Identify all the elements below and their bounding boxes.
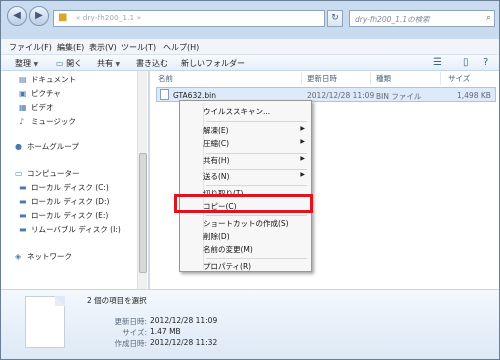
menu-item-properties[interactable]: プロパティ(R) bbox=[203, 261, 251, 274]
file-size: 1,498 KB bbox=[457, 91, 491, 100]
column-divider[interactable] bbox=[301, 72, 302, 85]
selection-count: 2 個の項目を選択 bbox=[87, 296, 147, 305]
page-fold-icon bbox=[55, 296, 65, 306]
menu-item-share[interactable]: 共有(H) ▶ bbox=[203, 155, 309, 168]
context-menu: ウイルススキャン... 解凍(E) ▶ 圧縮(C) ▶ 共有(H) ▶ 送る(N) ▶ … bbox=[179, 100, 312, 272]
menu-item-virus-scan[interactable]: ウイルススキャン... bbox=[203, 106, 270, 119]
back-button[interactable]: ◀ bbox=[7, 6, 27, 26]
nav-item-documents[interactable]: ▤ ドキュメント bbox=[19, 74, 76, 86]
nav-item-homegroup[interactable]: ● ホームグループ bbox=[15, 141, 79, 153]
details-pane: 2 個の項目を選択 更新日時: 2012/12/28 11:09 サイズ: 1.… bbox=[1, 289, 499, 359]
homegroup-icon: ● bbox=[15, 142, 22, 151]
forward-button[interactable]: ▶ bbox=[29, 6, 49, 26]
music-icon: ♪ bbox=[19, 117, 25, 126]
open-button[interactable]: ▭ 開く bbox=[56, 58, 82, 69]
nav-item-disk-d[interactable]: ▬ ローカル ディスク (D:) bbox=[19, 196, 109, 208]
computer-icon: ▭ bbox=[15, 169, 23, 178]
videos-icon: ▦ bbox=[19, 103, 27, 112]
nav-item-computer[interactable]: ▭ コンピューター bbox=[15, 168, 80, 180]
help-icon[interactable]: ? bbox=[483, 57, 488, 68]
organize-button[interactable]: 整理 ▼ bbox=[15, 58, 38, 69]
nav-item-disk-e[interactable]: ▬ ローカル ディスク (E:) bbox=[19, 210, 108, 222]
menu-separator bbox=[206, 258, 307, 259]
menu-bar: ファイル(F) 編集(E) 表示(V) ツール(T) ヘルプ(H) bbox=[1, 39, 499, 55]
file-modified: 2012/12/28 11:09 bbox=[307, 91, 375, 100]
preview-pane-icon[interactable]: ▯ bbox=[463, 57, 469, 68]
menu-item-extract[interactable]: 解凍(E) ▶ bbox=[203, 125, 309, 138]
menu-separator bbox=[206, 185, 307, 186]
copy-highlight-frame bbox=[174, 194, 313, 213]
removable-drive-icon: ▬ bbox=[19, 225, 27, 234]
menu-file[interactable]: ファイル(F) bbox=[9, 42, 52, 53]
menu-item-compress[interactable]: 圧縮(C) ▶ bbox=[203, 138, 309, 151]
size-value: 1.47 MB bbox=[150, 327, 181, 336]
explorer-window: ◀ ▶ ■ « dry-fh200_1.1 » ↻ dry-fh200_1.1の… bbox=[0, 0, 500, 360]
new-folder-button[interactable]: 新しいフォルダー bbox=[181, 58, 245, 69]
menu-edit[interactable]: 編集(E) bbox=[57, 42, 84, 53]
column-divider[interactable] bbox=[440, 72, 441, 85]
submenu-arrow-icon: ▶ bbox=[300, 125, 305, 132]
command-bar: 整理 ▼ ▭ 開く 共有 ▼ 書き込む 新しいフォルダー ☰ ▯ ? bbox=[1, 55, 499, 71]
nav-item-disk-c[interactable]: ▬ ローカル ディスク (C:) bbox=[19, 182, 109, 194]
nav-item-videos[interactable]: ▦ ビデオ bbox=[19, 102, 54, 114]
menu-tools[interactable]: ツール(T) bbox=[121, 42, 156, 53]
search-icon: ⌕ bbox=[485, 13, 491, 23]
refresh-icon: ↻ bbox=[331, 13, 339, 23]
file-type: BIN ファイル bbox=[376, 92, 422, 101]
file-icon bbox=[160, 89, 169, 100]
drive-icon: ▬ bbox=[19, 197, 27, 206]
pictures-icon: ▣ bbox=[19, 89, 27, 98]
menu-item-create-shortcut[interactable]: ショートカットの作成(S) bbox=[203, 218, 289, 231]
network-icon: ◈ bbox=[15, 252, 22, 261]
address-row: ◀ ▶ ■ « dry-fh200_1.1 » ↻ dry-fh200_1.1の… bbox=[5, 4, 497, 32]
menu-separator bbox=[206, 153, 307, 154]
nav-item-removable-i[interactable]: ▬ リムーバブル ディスク (I:) bbox=[19, 224, 121, 236]
created-label: 作成日時: bbox=[114, 339, 147, 348]
column-divider[interactable] bbox=[370, 72, 371, 85]
file-name: GTA632.bin bbox=[173, 91, 216, 100]
submenu-arrow-icon: ▶ bbox=[300, 155, 305, 162]
scrollbar-thumb[interactable] bbox=[139, 153, 147, 273]
file-thumbnail bbox=[25, 296, 65, 348]
menu-view[interactable]: 表示(V) bbox=[89, 42, 117, 53]
address-bar[interactable]: ■ « dry-fh200_1.1 » bbox=[53, 10, 325, 27]
submenu-arrow-icon: ▶ bbox=[300, 138, 305, 145]
column-header-size[interactable]: サイズ bbox=[448, 73, 470, 85]
view-options-icon[interactable]: ☰ bbox=[433, 57, 442, 68]
menu-gutter bbox=[182, 103, 204, 269]
menu-separator bbox=[206, 169, 307, 170]
refresh-button[interactable]: ↻ bbox=[327, 10, 343, 27]
modified-value: 2012/12/28 11:09 bbox=[150, 316, 218, 325]
share-button[interactable]: 共有 ▼ bbox=[97, 58, 120, 69]
menu-help[interactable]: ヘルプ(H) bbox=[163, 42, 199, 53]
burn-button[interactable]: 書き込む bbox=[136, 58, 168, 69]
navigation-pane: ▤ ドキュメント ▣ ピクチャ ▦ ビデオ ♪ ミュージック ● ホームグループ ▭ コンピ… bbox=[1, 71, 149, 289]
modified-label: 更新日時: bbox=[114, 317, 147, 326]
forward-arrow-icon: ▶ bbox=[35, 10, 43, 21]
nav-item-network[interactable]: ◈ ネットワーク bbox=[15, 251, 72, 263]
nav-item-music[interactable]: ♪ ミュージック bbox=[19, 116, 76, 128]
menu-item-send-to[interactable]: 送る(N) ▶ bbox=[203, 171, 309, 184]
folder-icon: ■ bbox=[58, 12, 68, 23]
documents-icon: ▤ bbox=[19, 75, 27, 84]
menu-separator bbox=[206, 121, 307, 122]
open-icon: ▭ bbox=[56, 59, 64, 68]
drive-icon: ▬ bbox=[19, 211, 27, 220]
menu-item-delete[interactable]: 削除(D) bbox=[203, 231, 230, 244]
menu-separator bbox=[206, 215, 307, 216]
address-path: « dry-fh200_1.1 » bbox=[76, 14, 142, 22]
menu-item-rename[interactable]: 名前の変更(M) bbox=[203, 244, 253, 257]
submenu-arrow-icon: ▶ bbox=[300, 171, 305, 178]
created-value: 2012/12/28 11:32 bbox=[150, 338, 218, 347]
column-header-name[interactable]: 名前 bbox=[158, 73, 173, 85]
column-header-modified[interactable]: 更新日時 bbox=[307, 73, 337, 85]
size-label: サイズ: bbox=[122, 328, 147, 337]
drive-icon: ▬ bbox=[19, 183, 27, 192]
search-input[interactable]: dry-fh200_1.1の検索 ⌕ bbox=[349, 10, 495, 27]
navigation-scrollbar[interactable] bbox=[137, 71, 147, 289]
search-placeholder: dry-fh200_1.1の検索 bbox=[355, 15, 430, 24]
column-header-type[interactable]: 種類 bbox=[376, 73, 391, 85]
nav-item-pictures[interactable]: ▣ ピクチャ bbox=[19, 88, 61, 100]
back-arrow-icon: ◀ bbox=[13, 10, 21, 21]
